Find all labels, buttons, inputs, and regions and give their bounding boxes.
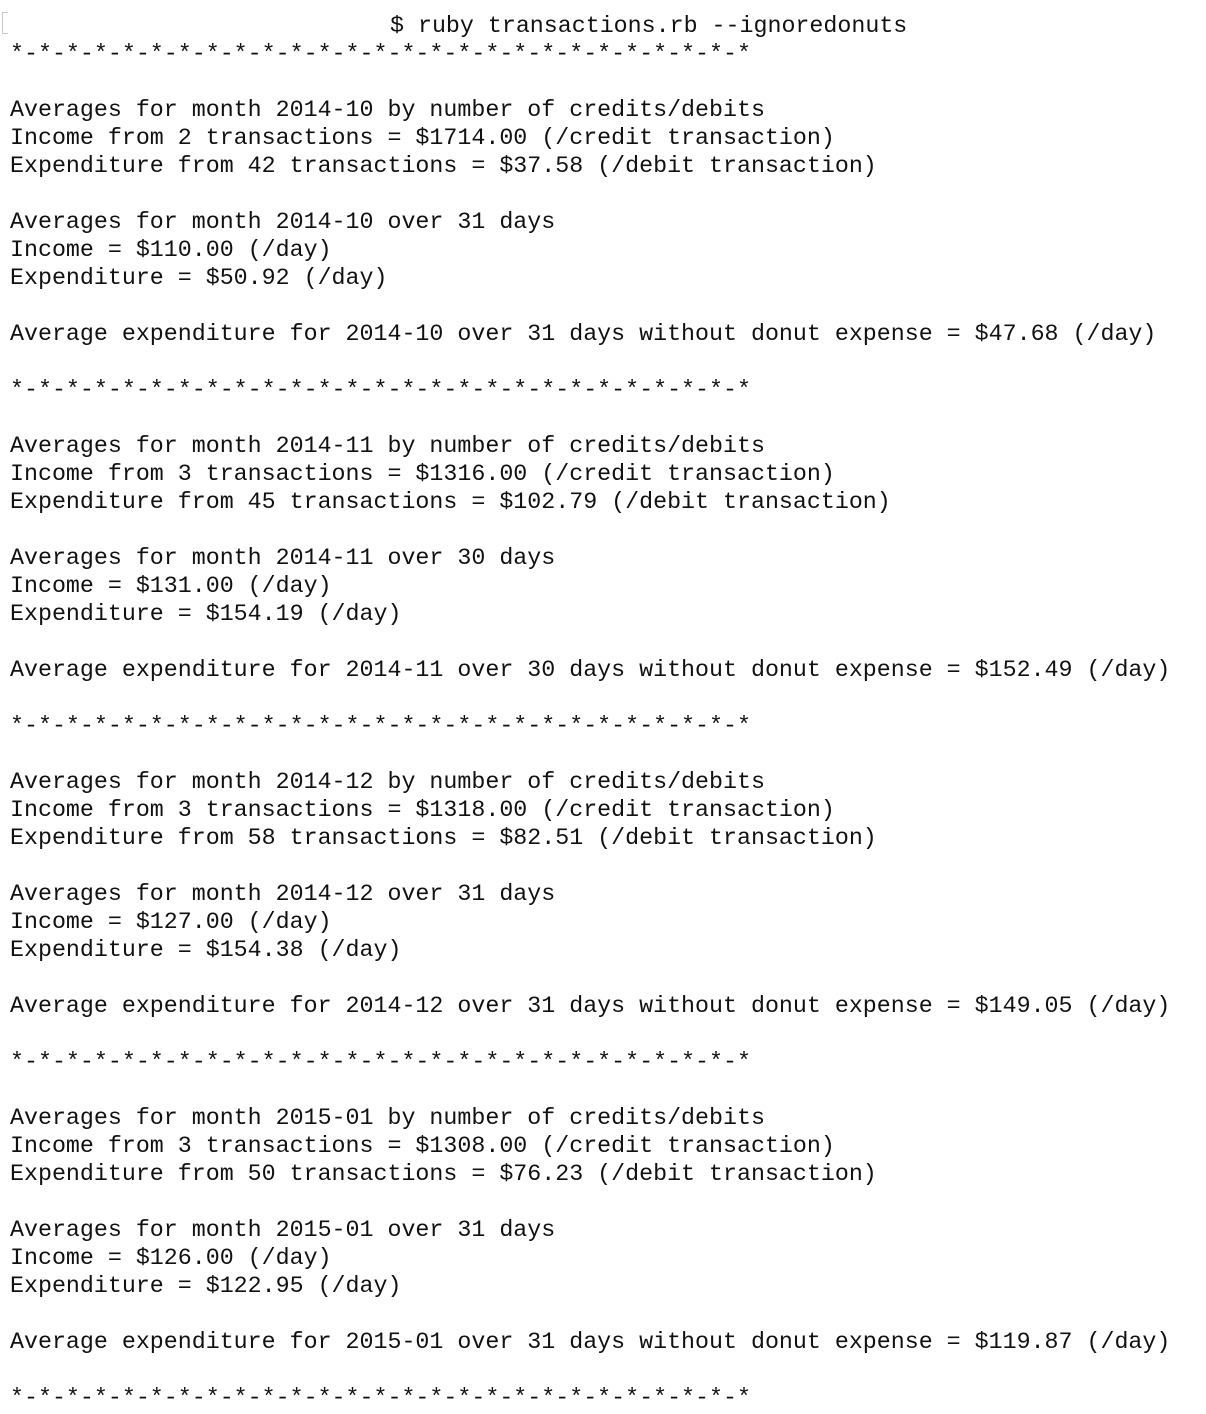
separator-line: *-*-*-*-*-*-*-*-*-*-*-*-*-*-*-*-*-*-*-*-… — [10, 1385, 751, 1411]
expenditure-day-line: Expenditure = $154.19 (/day) — [10, 601, 402, 627]
separator-line: *-*-*-*-*-*-*-*-*-*-*-*-*-*-*-*-*-*-*-*-… — [10, 713, 751, 739]
month-heading-count: Averages for month 2014-12 by number of … — [10, 769, 765, 795]
expenditure-day-line: Expenditure = $50.92 (/day) — [10, 265, 388, 291]
expenditure-day-line: Expenditure = $122.95 (/day) — [10, 1273, 402, 1299]
income-count-line: Income from 3 transactions = $1318.00 (/… — [10, 797, 835, 823]
income-day-line: Income = $110.00 (/day) — [10, 237, 332, 263]
month-heading-days: Averages for month 2014-12 over 31 days — [10, 881, 556, 907]
income-count-line: Income from 3 transactions = $1316.00 (/… — [10, 461, 835, 487]
no-donut-line: Average expenditure for 2014-12 over 31 … — [10, 993, 1171, 1019]
terminal-output: *-*-*-*-*-*-*-*-*-*-*-*-*-*-*-*-*-*-*-*-… — [10, 40, 1200, 1412]
income-day-line: Income = $127.00 (/day) — [10, 909, 332, 935]
separator-line: *-*-*-*-*-*-*-*-*-*-*-*-*-*-*-*-*-*-*-*-… — [10, 1049, 751, 1075]
expenditure-count-line: Expenditure from 42 transactions = $37.5… — [10, 153, 877, 179]
income-count-line: Income from 2 transactions = $1714.00 (/… — [10, 125, 835, 151]
expenditure-day-line: Expenditure = $154.38 (/day) — [10, 937, 402, 963]
expenditure-count-line: Expenditure from 58 transactions = $82.5… — [10, 825, 877, 851]
income-count-line: Income from 3 transactions = $1308.00 (/… — [10, 1133, 835, 1159]
no-donut-line: Average expenditure for 2015-01 over 31 … — [10, 1329, 1171, 1355]
income-day-line: Income = $131.00 (/day) — [10, 573, 332, 599]
month-heading-days: Averages for month 2014-11 over 30 days — [10, 545, 556, 571]
expenditure-count-line: Expenditure from 50 transactions = $76.2… — [10, 1161, 877, 1187]
separator-line: *-*-*-*-*-*-*-*-*-*-*-*-*-*-*-*-*-*-*-*-… — [10, 377, 751, 403]
terminal-window: $ ruby transactions.rb --ignoredonuts *-… — [0, 0, 1206, 1414]
no-donut-line: Average expenditure for 2014-10 over 31 … — [10, 321, 1157, 347]
expenditure-count-line: Expenditure from 45 transactions = $102.… — [10, 489, 891, 515]
no-donut-line: Average expenditure for 2014-11 over 30 … — [10, 657, 1171, 683]
separator-line: *-*-*-*-*-*-*-*-*-*-*-*-*-*-*-*-*-*-*-*-… — [10, 41, 751, 67]
month-heading-days: Averages for month 2015-01 over 31 days — [10, 1217, 556, 1243]
month-heading-count: Averages for month 2015-01 by number of … — [10, 1105, 765, 1131]
command-line: $ ruby transactions.rb --ignoredonuts — [390, 13, 908, 39]
month-heading-count: Averages for month 2014-11 by number of … — [10, 433, 765, 459]
scroll-marker-icon — [2, 12, 8, 34]
income-day-line: Income = $126.00 (/day) — [10, 1245, 332, 1271]
month-heading-count: Averages for month 2014-10 by number of … — [10, 97, 765, 123]
month-heading-days: Averages for month 2014-10 over 31 days — [10, 209, 556, 235]
